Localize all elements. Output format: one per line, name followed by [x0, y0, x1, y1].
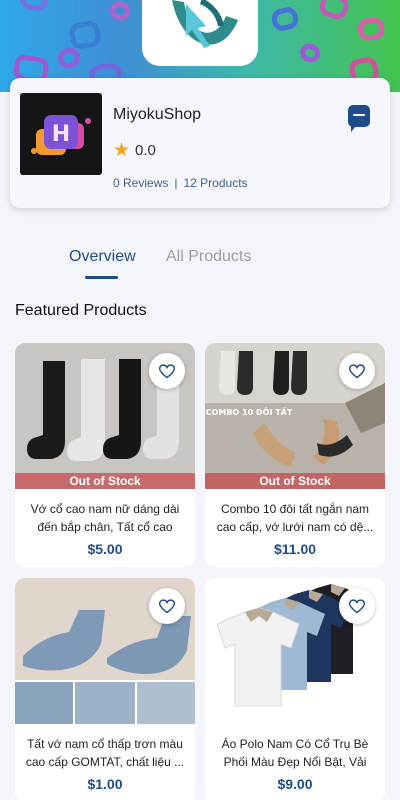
product-card[interactable]: Tất vớ nam cổ thấp trơn màu cao cấp GOMT…	[15, 578, 195, 800]
products-count[interactable]: 12 Products	[183, 176, 247, 190]
product-price: $9.00	[277, 776, 313, 792]
heart-icon	[349, 598, 365, 613]
svg-text:H: H	[52, 122, 70, 147]
banner-decoration	[67, 19, 103, 51]
shop-info-card: H MiyokuShop ★ 0.0 0 Reviews | 12 Produc…	[10, 78, 390, 208]
rating-value: 0.0	[135, 142, 156, 159]
product-name: Áo Polo Nam Có Cổ Trụ Bè Phối Màu Đẹp Nổ…	[221, 737, 369, 769]
banner-decoration	[55, 45, 83, 71]
shop-stats: 0 Reviews | 12 Products	[113, 176, 248, 190]
heart-icon	[349, 363, 365, 378]
shop-rating: ★ 0.0	[113, 141, 156, 160]
out-of-stock-label: Out of Stock	[15, 473, 195, 489]
banner-decoration	[269, 5, 301, 33]
reviews-count[interactable]: 0 Reviews	[113, 176, 168, 190]
active-tab-indicator	[85, 276, 118, 279]
product-card[interactable]: Áo Polo Nam Có Cổ Trụ Bè Phối Màu Đẹp Nổ…	[205, 578, 385, 800]
favorite-button[interactable]	[339, 353, 375, 389]
shop-avatar: H	[20, 93, 102, 175]
product-card[interactable]: Out of Stock Vớ cổ cao nam nữ dáng dài đ…	[15, 343, 195, 567]
shop-name: MiyokuShop	[113, 106, 202, 123]
product-name: Combo 10 đôi tất ngắn nam cao cấp, vớ lư…	[216, 502, 374, 534]
product-price: $11.00	[273, 541, 317, 557]
product-price: $5.00	[87, 541, 123, 557]
heart-icon	[159, 598, 175, 613]
tab-all-products[interactable]: All Products	[166, 248, 251, 266]
out-of-stock-label: Out of Stock	[205, 473, 385, 489]
product-price: $1.00	[87, 776, 123, 792]
product-name: Vớ cổ cao nam nữ dáng dài đến bắp chân, …	[30, 502, 180, 534]
banner-decoration	[18, 0, 50, 13]
banner-decoration	[356, 16, 386, 42]
stats-separator: |	[174, 176, 178, 190]
favorite-button[interactable]	[339, 588, 375, 624]
product-card[interactable]: COMBO 10 ĐÔI TẤT Out of Stock Combo 10 đ…	[205, 343, 385, 567]
heart-icon	[159, 363, 175, 378]
tab-overview[interactable]: Overview	[69, 248, 136, 266]
banner-decoration	[317, 0, 351, 22]
banner-decoration	[107, 0, 133, 23]
banner-decoration	[297, 40, 323, 66]
star-icon: ★	[113, 140, 131, 161]
chat-icon[interactable]	[348, 105, 370, 132]
favorite-button[interactable]	[149, 353, 185, 389]
featured-products-title: Featured Products	[15, 302, 147, 319]
banner-logo	[142, 0, 258, 66]
favorite-button[interactable]	[149, 588, 185, 624]
product-name: Tất vớ nam cổ thấp trơn màu cao cấp GOMT…	[25, 737, 185, 769]
